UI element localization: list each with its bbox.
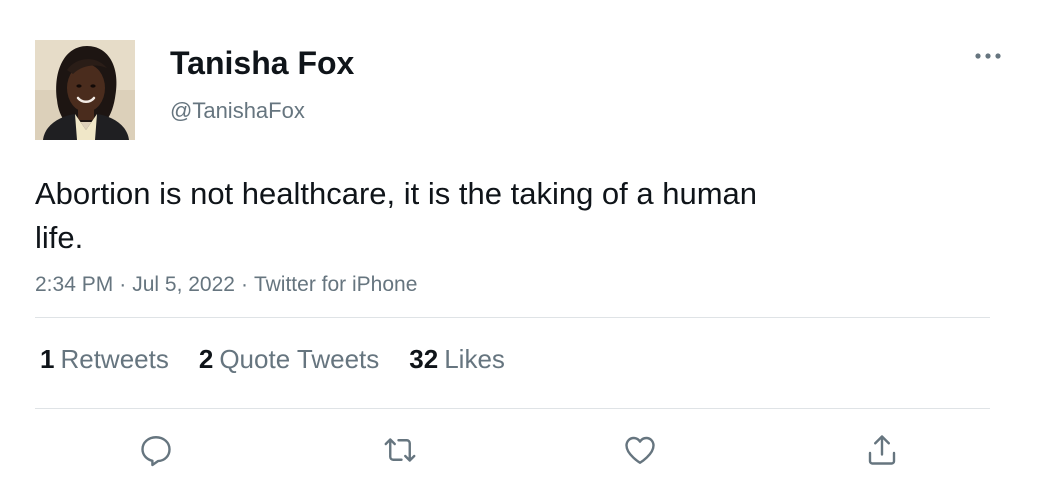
user-handle[interactable]: @TanishaFox — [170, 98, 305, 124]
tweet-meta: 2:34 PM · Jul 5, 2022 · Twitter for iPhone — [35, 272, 417, 298]
retweets-stat[interactable]: 1 Retweets — [40, 342, 169, 376]
meta-separator: · — [119, 273, 127, 296]
retweet-icon — [384, 438, 416, 462]
share-icon — [868, 435, 896, 465]
retweet-button[interactable] — [380, 430, 420, 470]
like-icon — [625, 436, 655, 464]
avatar-image — [35, 40, 135, 140]
avatar[interactable] — [35, 40, 135, 140]
tweet-text: Abortion is not healthcare, it is the ta… — [35, 176, 758, 255]
quote-tweets-count: 2 — [198, 344, 214, 374]
more-icon — [975, 53, 1001, 59]
tweet-card: Tanisha Fox @TanishaFox Abortion is not … — [0, 0, 1050, 480]
likes-label: Likes — [444, 344, 505, 374]
like-button[interactable] — [620, 430, 660, 470]
tweet-stats: 1 Retweets 2 Quote Tweets 32 Likes — [40, 342, 535, 376]
retweets-count: 1 — [40, 344, 55, 374]
reply-icon — [141, 436, 171, 467]
share-button[interactable] — [862, 430, 902, 470]
reply-button[interactable] — [136, 430, 176, 470]
retweets-label: Retweets — [60, 344, 169, 374]
divider — [35, 408, 990, 409]
quote-tweets-label: Quote Tweets — [219, 344, 380, 374]
tweet-date[interactable]: Jul 5, 2022 — [132, 273, 235, 296]
divider — [35, 317, 990, 318]
more-options-button[interactable] — [968, 42, 1008, 70]
likes-stat[interactable]: 32 Likes — [409, 342, 505, 376]
likes-count: 32 — [409, 344, 439, 374]
display-name[interactable]: Tanisha Fox — [170, 44, 354, 82]
tweet-time[interactable]: 2:34 PM — [35, 273, 113, 296]
quote-tweets-stat[interactable]: 2 Quote Tweets — [199, 342, 379, 376]
tweet-source[interactable]: Twitter for iPhone — [254, 273, 417, 296]
meta-separator: · — [240, 273, 248, 296]
